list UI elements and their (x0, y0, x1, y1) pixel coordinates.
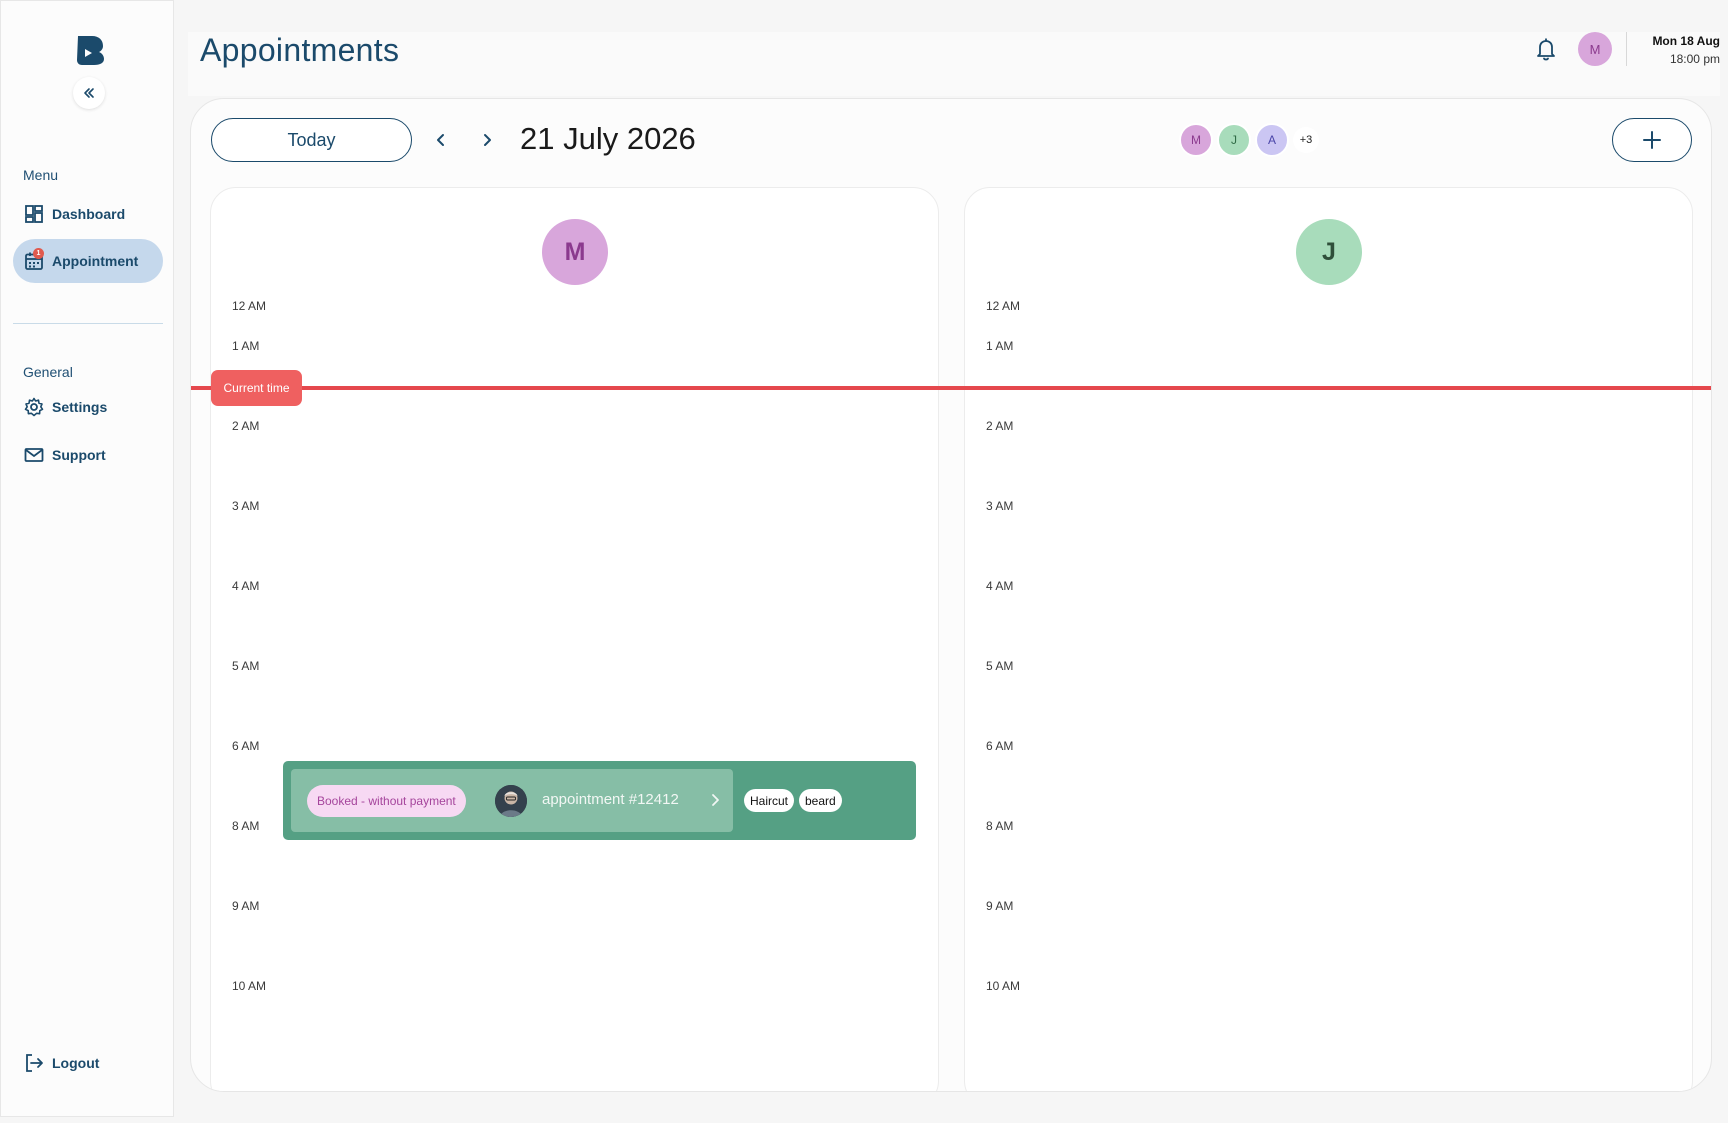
staff-filter[interactable]: M J A +3 (1179, 123, 1319, 157)
hour-label: 3 AM (986, 499, 1014, 513)
brand-logo (77, 36, 104, 65)
header-time: 18:00 pm (1669, 52, 1720, 66)
staff-column-j: J 12 AM 1 AM 2 AM 3 AM 4 AM 5 AM 6 AM 8 … (964, 187, 1693, 1091)
column-avatar: M (542, 219, 608, 285)
menu-section-label: Menu (23, 167, 59, 183)
staff-avatar[interactable]: J (1217, 123, 1251, 157)
sidebar-item-support[interactable]: Support (13, 433, 163, 477)
today-button[interactable]: Today (211, 118, 412, 162)
header-separator (1626, 32, 1627, 66)
header-date: Mon 18 Aug (1652, 34, 1720, 48)
chevron-right-icon[interactable] (709, 791, 721, 809)
hour-label: 1 AM (986, 339, 1014, 353)
hour-label: 8 AM (232, 819, 260, 833)
staff-more-count[interactable]: +3 (1293, 127, 1319, 153)
notification-badge: 1 (33, 248, 44, 259)
user-avatar[interactable]: M (1578, 32, 1612, 66)
sidebar: Menu Dashboard 1 Appointment General Set… (0, 0, 174, 1117)
hour-label: 6 AM (232, 739, 260, 753)
hour-label: 9 AM (232, 899, 260, 913)
column-avatar: J (1296, 219, 1362, 285)
double-chevron-left-icon (84, 88, 94, 98)
calendar-panel: Today 21 July 2026 M J A +3 M 12 AM 1 AM… (190, 98, 1712, 1092)
hour-label: 3 AM (232, 499, 260, 513)
hour-label: 2 AM (986, 419, 1014, 433)
sidebar-item-label: Appointment (52, 253, 139, 269)
sidebar-item-label: Dashboard (52, 206, 126, 222)
service-tag: Haircut (744, 789, 795, 812)
hour-label: 2 AM (232, 419, 260, 433)
hour-label: 12 AM (232, 299, 267, 313)
next-day-button[interactable] (474, 127, 500, 153)
add-appointment-button[interactable] (1612, 118, 1692, 162)
sidebar-item-label: Settings (52, 399, 108, 415)
calendar-icon: 1 (24, 248, 44, 271)
plus-icon (1643, 131, 1661, 149)
sidebar-item-settings[interactable]: Settings (13, 385, 163, 429)
staff-avatar[interactable]: M (1179, 123, 1213, 157)
service-tag: beard (799, 789, 842, 812)
mail-icon (24, 445, 44, 465)
general-section-label: General (23, 364, 73, 380)
collapse-sidebar-button[interactable] (73, 77, 105, 109)
sidebar-item-label: Logout (52, 1055, 100, 1071)
top-header: Appointments M Mon 18 Aug 18:00 pm (188, 32, 1720, 96)
appointment-name: appointment #12412 (542, 791, 679, 808)
staff-column-m: M 12 AM 1 AM 2 AM 3 AM 4 AM 5 AM 6 AM 8 … (210, 187, 939, 1091)
hour-label: 8 AM (986, 819, 1014, 833)
hour-label: 12 AM (986, 299, 1021, 313)
hour-label: 6 AM (986, 739, 1014, 753)
client-avatar (495, 785, 527, 817)
sidebar-divider (13, 323, 163, 324)
appointment-block[interactable]: Booked - without payment appointment #12… (283, 761, 916, 840)
hour-label: 5 AM (986, 659, 1014, 673)
hour-label: 10 AM (986, 979, 1021, 993)
appointment-summary[interactable]: Booked - without payment appointment #12… (291, 769, 733, 832)
chevron-right-icon (484, 134, 491, 146)
hour-label: 5 AM (232, 659, 260, 673)
page-title: Appointments (200, 32, 400, 68)
hour-label: 9 AM (986, 899, 1014, 913)
hour-label: 4 AM (232, 579, 260, 593)
hour-label: 1 AM (232, 339, 260, 353)
sidebar-item-appointment[interactable]: 1 Appointment (13, 239, 163, 283)
current-time-line (191, 386, 1711, 390)
sidebar-item-dashboard[interactable]: Dashboard (13, 192, 163, 236)
status-badge: Booked - without payment (307, 785, 466, 817)
previous-day-button[interactable] (428, 127, 454, 153)
gear-icon (24, 397, 44, 417)
sidebar-item-label: Support (52, 447, 106, 463)
current-time-label: Current time (211, 370, 302, 406)
bell-icon[interactable] (1534, 36, 1558, 62)
header-datetime: Mon 18 Aug 18:00 pm (1636, 32, 1720, 68)
hour-label: 10 AM (232, 979, 267, 993)
calendar-date: 21 July 2026 (520, 121, 696, 156)
app-root: Menu Dashboard 1 Appointment General Set… (0, 0, 1728, 1123)
dashboard-icon (24, 204, 44, 224)
logout-icon (24, 1053, 44, 1073)
hour-label: 4 AM (986, 579, 1014, 593)
staff-avatar[interactable]: A (1255, 123, 1289, 157)
logout-button[interactable]: Logout (13, 1041, 163, 1085)
chevron-left-icon (437, 134, 444, 146)
